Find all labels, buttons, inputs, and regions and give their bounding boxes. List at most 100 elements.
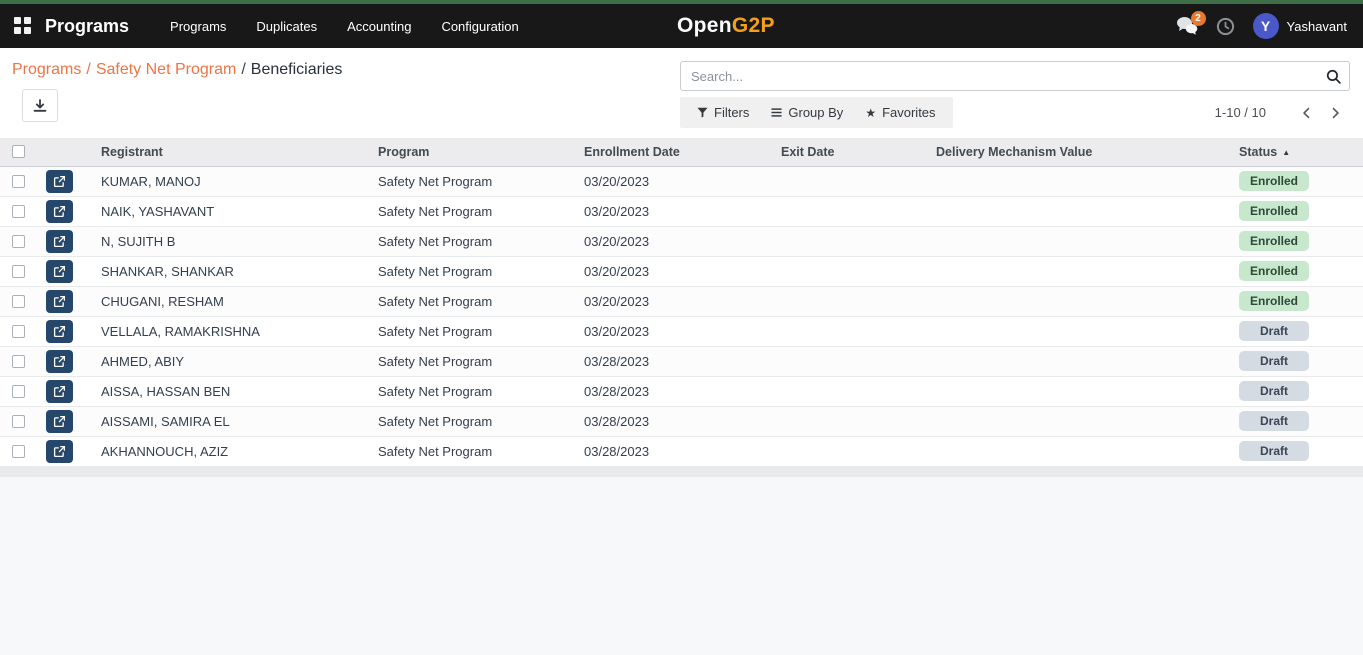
row-checkbox[interactable] [12, 295, 25, 308]
external-link-icon [53, 175, 66, 188]
cell-enrollment-date: 03/20/2023 [578, 166, 775, 196]
table-row[interactable]: AKHANNOUCH, AZIZ Safety Net Program 03/2… [0, 436, 1363, 466]
logo-g2p-text: G2P [732, 14, 775, 38]
open-record-button[interactable] [46, 200, 73, 223]
table-row[interactable]: AISSAMI, SAMIRA EL Safety Net Program 03… [0, 406, 1363, 436]
column-header-program[interactable]: Program [372, 138, 578, 166]
status-badge: Draft [1239, 441, 1309, 461]
cell-registrant: AKHANNOUCH, AZIZ [95, 436, 372, 466]
column-header-delivery-mechanism-value[interactable]: Delivery Mechanism Value [930, 138, 1233, 166]
open-record-button[interactable] [46, 260, 73, 283]
openg2p-logo: OpenG2P [677, 4, 775, 48]
row-checkbox[interactable] [12, 325, 25, 338]
apps-grid-icon[interactable] [14, 17, 32, 35]
row-checkbox[interactable] [12, 175, 25, 188]
cell-enrollment-date: 03/28/2023 [578, 376, 775, 406]
row-checkbox[interactable] [12, 265, 25, 278]
open-record-button[interactable] [46, 440, 73, 463]
cell-status: Draft [1233, 376, 1363, 406]
row-checkbox[interactable] [12, 355, 25, 368]
cell-registrant: NAIK, YASHAVANT [95, 196, 372, 226]
cell-status: Enrolled [1233, 226, 1363, 256]
open-record-cell [40, 406, 95, 436]
cell-program: Safety Net Program [372, 316, 578, 346]
search-button[interactable] [1320, 64, 1346, 88]
column-header-status[interactable]: Status▲ [1233, 138, 1363, 166]
cell-program: Safety Net Program [372, 226, 578, 256]
cell-status: Enrolled [1233, 286, 1363, 316]
filters-button[interactable]: Filters [686, 97, 760, 128]
row-checkbox[interactable] [12, 235, 25, 248]
row-checkbox[interactable] [12, 205, 25, 218]
export-download-button[interactable] [22, 89, 58, 122]
cell-registrant: AISSAMI, SAMIRA EL [95, 406, 372, 436]
column-header-exit-date[interactable]: Exit Date [775, 138, 930, 166]
table-row[interactable]: CHUGANI, RESHAM Safety Net Program 03/20… [0, 286, 1363, 316]
table-row[interactable]: VELLALA, RAMAKRISHNA Safety Net Program … [0, 316, 1363, 346]
table-row[interactable]: NAIK, YASHAVANT Safety Net Program 03/20… [0, 196, 1363, 226]
row-checkbox[interactable] [12, 415, 25, 428]
activities-icon[interactable] [1216, 17, 1235, 36]
cell-program: Safety Net Program [372, 346, 578, 376]
cell-program: Safety Net Program [372, 196, 578, 226]
external-link-icon [53, 265, 66, 278]
group-by-button[interactable]: Group By [760, 97, 854, 128]
open-record-cell [40, 196, 95, 226]
select-all-checkbox[interactable] [12, 145, 25, 158]
cell-enrollment-date: 03/20/2023 [578, 286, 775, 316]
cell-exit-date [775, 286, 930, 316]
favorites-button[interactable]: ★ Favorites [854, 97, 946, 128]
table-row[interactable]: AHMED, ABIY Safety Net Program 03/28/202… [0, 346, 1363, 376]
empty-page-area [0, 477, 1363, 655]
open-record-button[interactable] [46, 320, 73, 343]
open-record-button[interactable] [46, 230, 73, 253]
external-link-icon [53, 385, 66, 398]
open-record-button[interactable] [46, 410, 73, 433]
table-row[interactable]: KUMAR, MANOJ Safety Net Program 03/20/20… [0, 166, 1363, 196]
row-select-cell [0, 286, 40, 316]
user-menu[interactable]: Y Yashavant [1253, 13, 1347, 39]
cell-program: Safety Net Program [372, 376, 578, 406]
table-header-row: Registrant Program Enrollment Date Exit … [0, 138, 1363, 166]
row-checkbox[interactable] [12, 445, 25, 458]
search-input[interactable] [680, 61, 1350, 91]
cell-enrollment-date: 03/28/2023 [578, 346, 775, 376]
open-record-button[interactable] [46, 170, 73, 193]
status-badge: Enrolled [1239, 201, 1309, 221]
cell-exit-date [775, 376, 930, 406]
nav-item-accounting[interactable]: Accounting [332, 4, 426, 48]
cell-registrant: VELLALA, RAMAKRISHNA [95, 316, 372, 346]
row-checkbox[interactable] [12, 385, 25, 398]
breadcrumb-programs[interactable]: Programs [12, 61, 81, 78]
table-row[interactable]: AISSA, HASSAN BEN Safety Net Program 03/… [0, 376, 1363, 406]
pagination-next-button[interactable] [1321, 104, 1350, 122]
open-record-button[interactable] [46, 380, 73, 403]
nav-item-configuration[interactable]: Configuration [426, 4, 533, 48]
table-row[interactable]: N, SUJITH B Safety Net Program 03/20/202… [0, 226, 1363, 256]
row-select-cell [0, 406, 40, 436]
cell-registrant: AHMED, ABIY [95, 346, 372, 376]
pagination: 1-10 / 10 [1215, 104, 1350, 122]
open-record-button[interactable] [46, 290, 73, 313]
column-header-registrant[interactable]: Registrant [95, 138, 372, 166]
cell-program: Safety Net Program [372, 406, 578, 436]
row-select-cell [0, 256, 40, 286]
cell-exit-date [775, 316, 930, 346]
cell-program: Safety Net Program [372, 256, 578, 286]
open-record-button[interactable] [46, 350, 73, 373]
nav-item-duplicates[interactable]: Duplicates [241, 4, 332, 48]
pagination-prev-button[interactable] [1292, 104, 1321, 122]
status-badge: Enrolled [1239, 291, 1309, 311]
table-row[interactable]: SHANKAR, SHANKAR Safety Net Program 03/2… [0, 256, 1363, 286]
cell-status: Draft [1233, 346, 1363, 376]
cell-enrollment-date: 03/20/2023 [578, 256, 775, 286]
breadcrumb-safety-net-program[interactable]: Safety Net Program [96, 61, 237, 78]
row-select-cell [0, 166, 40, 196]
chevron-left-icon [1300, 106, 1313, 120]
messages-icon[interactable]: 2 [1176, 16, 1198, 36]
cell-delivery-mechanism-value [930, 436, 1233, 466]
nav-item-programs[interactable]: Programs [155, 4, 241, 48]
cell-delivery-mechanism-value [930, 406, 1233, 436]
cell-delivery-mechanism-value [930, 166, 1233, 196]
column-header-enrollment-date[interactable]: Enrollment Date [578, 138, 775, 166]
